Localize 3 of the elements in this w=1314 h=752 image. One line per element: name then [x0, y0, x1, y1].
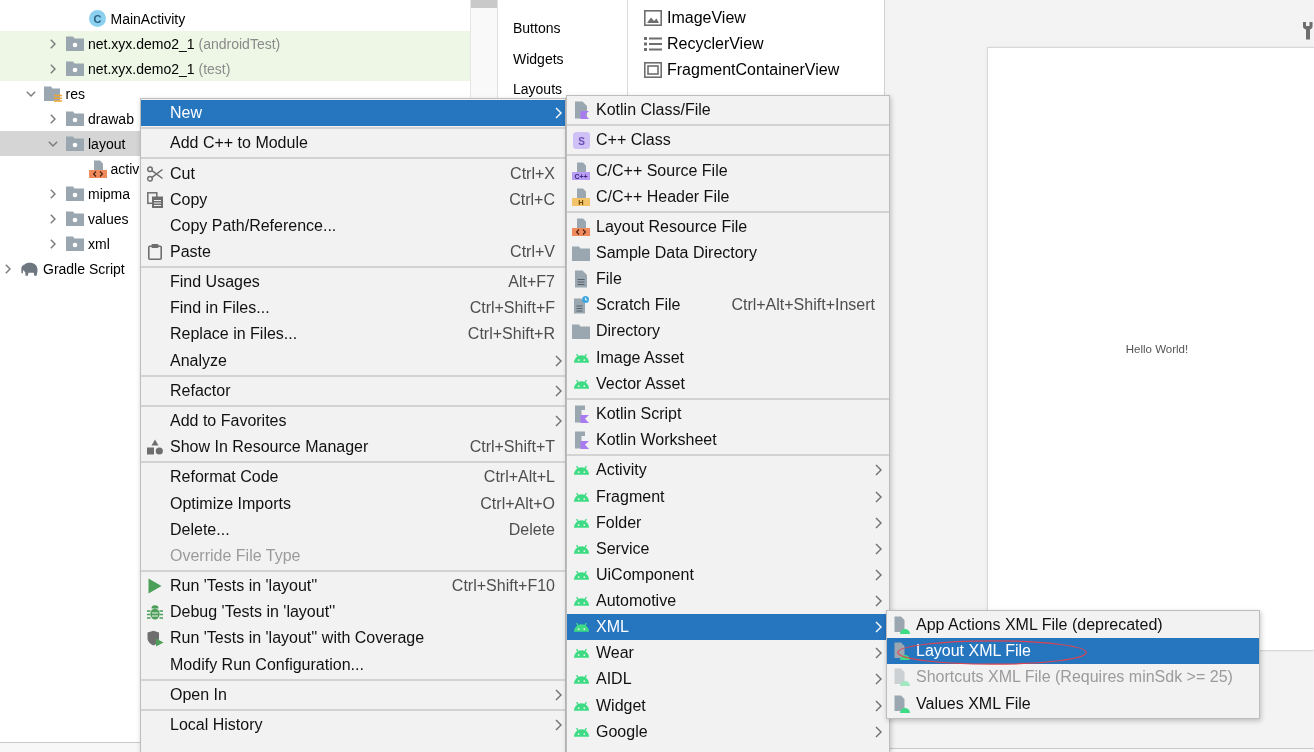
- canvas-text: Hello World!: [1125, 343, 1189, 355]
- class-badge-icon: S: [572, 131, 590, 149]
- class-icon: C: [89, 10, 106, 27]
